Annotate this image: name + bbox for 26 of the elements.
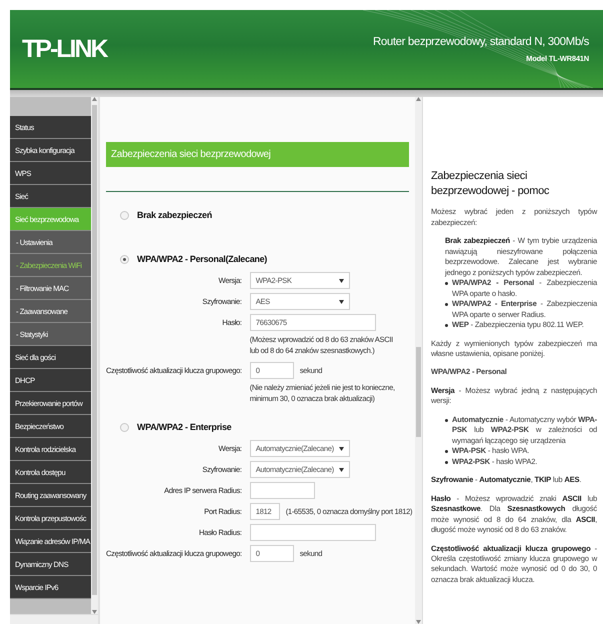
- radio-label: Brak zabezpieczeń: [137, 210, 212, 220]
- input-field[interactable]: [250, 524, 376, 541]
- logo: TP-LINK: [22, 34, 107, 64]
- horizontal-scrollbar[interactable]: [10, 614, 98, 624]
- bullet-icon: [445, 282, 448, 286]
- radio-button[interactable]: [120, 210, 129, 220]
- section-title: Zabezpieczenia sieci bezprzewodowej: [106, 142, 409, 167]
- scrollbar[interactable]: [415, 97, 422, 624]
- bullet-icon: [445, 303, 448, 306]
- scroll-down-icon[interactable]: [416, 620, 421, 624]
- radio-button[interactable]: [120, 422, 129, 432]
- bullet-icon: [445, 324, 448, 328]
- caret-icon: [338, 278, 344, 282]
- radio-button[interactable]: [120, 254, 129, 264]
- radio-label: WPA/WPA2 - Enterprise: [137, 422, 232, 432]
- bullet-icon: [445, 450, 448, 454]
- bullet-icon: [445, 418, 448, 422]
- input-field[interactable]: [250, 482, 315, 499]
- product-name: Router bezprzewodowy, standard N, 300Mb/s: [372, 36, 589, 48]
- caret-icon: [338, 446, 344, 450]
- radio-label: WPA/WPA2 - Personal(Zalecane): [137, 254, 267, 264]
- help-title: Zabezpieczenia sieci bezprzewodowej - pomoc: [431, 169, 550, 200]
- bullet-icon: [445, 460, 448, 464]
- caret-icon: [338, 300, 344, 304]
- scrollbar[interactable]: [91, 97, 98, 614]
- caret-icon: [338, 468, 344, 472]
